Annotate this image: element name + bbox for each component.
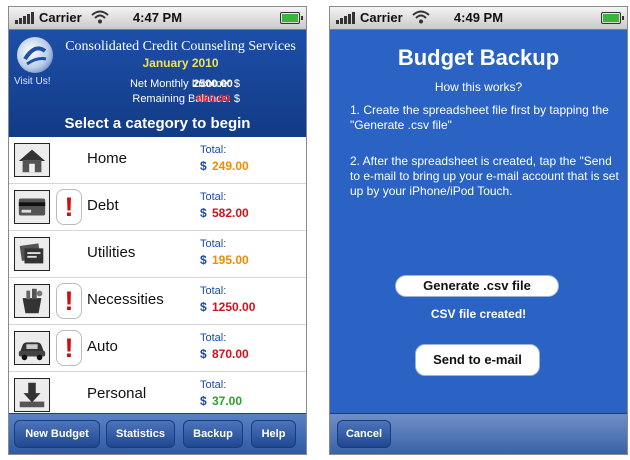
instruction-step-1: 1. Create the spreadsheet file first by … [350, 103, 609, 132]
total-label: Total: [200, 332, 227, 344]
total-label: Total: [200, 285, 227, 297]
category-total-amount: 37.00 [212, 394, 243, 408]
category-total-amount: 582.00 [212, 206, 249, 220]
generate-csv-button[interactable]: Generate .csv file [395, 275, 559, 297]
budget-period: January 2010 [142, 56, 219, 70]
category-name: Utilities [87, 244, 136, 261]
status-time: 4:47 PM [132, 10, 183, 25]
category-total-amount: 195.00 [212, 253, 249, 267]
house-icon [14, 143, 50, 177]
currency-symbol: $ [200, 159, 207, 173]
budget-header: Visit Us! Consolidated Credit Counseling… [9, 30, 306, 137]
category-total-amount: 870.00 [212, 347, 249, 361]
remaining-balance-value: -883.00 [193, 93, 231, 105]
category-row-personal[interactable]: Personal Total: $ 37.00 [9, 372, 306, 419]
bottom-toolbar: Cancel [330, 413, 627, 454]
battery-icon [601, 12, 624, 24]
category-name: Auto [87, 338, 118, 355]
page-title: Budget Backup [397, 45, 560, 70]
net-income-value: 2500.00 [193, 78, 233, 90]
status-time: 4:49 PM [453, 10, 504, 25]
budget-main-screen: Carrier 4:47 PM Visit Us! Consolidated C… [8, 6, 307, 455]
warning-icon: ! [56, 330, 82, 366]
currency-symbol: $ [200, 300, 207, 314]
credit-card-icon [14, 190, 50, 224]
battery-icon [280, 12, 303, 24]
csv-status-message: CSV file created! [430, 307, 527, 321]
send-email-button[interactable]: Send to e-mail [415, 344, 540, 376]
currency-symbol: $ [200, 394, 207, 408]
total-label: Total: [200, 238, 227, 250]
groceries-icon [14, 284, 50, 318]
category-row-auto[interactable]: ! Auto Total: $ 870.00 [9, 325, 306, 372]
status-bar: Carrier 4:47 PM [9, 7, 306, 30]
category-name: Home [87, 150, 128, 167]
backup-button[interactable]: Backup [183, 420, 243, 448]
page-subtitle: How this works? [434, 80, 523, 94]
category-total-amount: 1250.00 [212, 300, 256, 314]
category-name: Necessities [87, 291, 164, 308]
organization-name: Consolidated Credit Counseling Services [65, 39, 296, 54]
currency-symbol: $ [200, 347, 207, 361]
help-button[interactable]: Help [251, 420, 296, 448]
statistics-button[interactable]: Statistics [106, 420, 175, 448]
total-label: Total: [200, 191, 227, 203]
warning-icon: ! [56, 283, 82, 319]
car-icon [14, 331, 50, 365]
category-row-necessities[interactable]: ! Necessities Total: $ 1250.00 [9, 278, 306, 325]
category-name: Personal [87, 385, 147, 402]
category-row-utilities[interactable]: Utilities Total: $ 195.00 [9, 231, 306, 278]
cancel-button[interactable]: Cancel [337, 420, 391, 448]
category-prompt: Select a category to begin [64, 115, 251, 132]
company-logo[interactable] [17, 37, 53, 73]
category-row-debt[interactable]: ! Debt Total: $ 582.00 [9, 184, 306, 231]
category-name: Debt [87, 197, 119, 214]
instruction-step-2: 2. After the spreadsheet is created, tap… [350, 154, 619, 198]
status-bar: Carrier 4:49 PM [330, 7, 627, 30]
category-row-home[interactable]: Home Total: $ 249.00 [9, 137, 306, 184]
total-label: Total: [200, 379, 227, 391]
category-total-amount: 249.00 [212, 159, 249, 173]
currency-symbol: $ [200, 253, 207, 267]
warning-icon: ! [56, 189, 82, 225]
visit-us-link[interactable]: Visit Us! [14, 76, 51, 87]
personal-download-icon [14, 378, 50, 412]
new-budget-button[interactable]: New Budget [14, 420, 100, 448]
currency-symbol: $ [200, 206, 207, 220]
bills-icon [14, 237, 50, 271]
total-label: Total: [200, 144, 227, 156]
bottom-toolbar: New Budget Statistics Backup Help [9, 413, 306, 454]
budget-backup-screen: Carrier 4:49 PM Budget Backup How this w… [329, 6, 628, 455]
